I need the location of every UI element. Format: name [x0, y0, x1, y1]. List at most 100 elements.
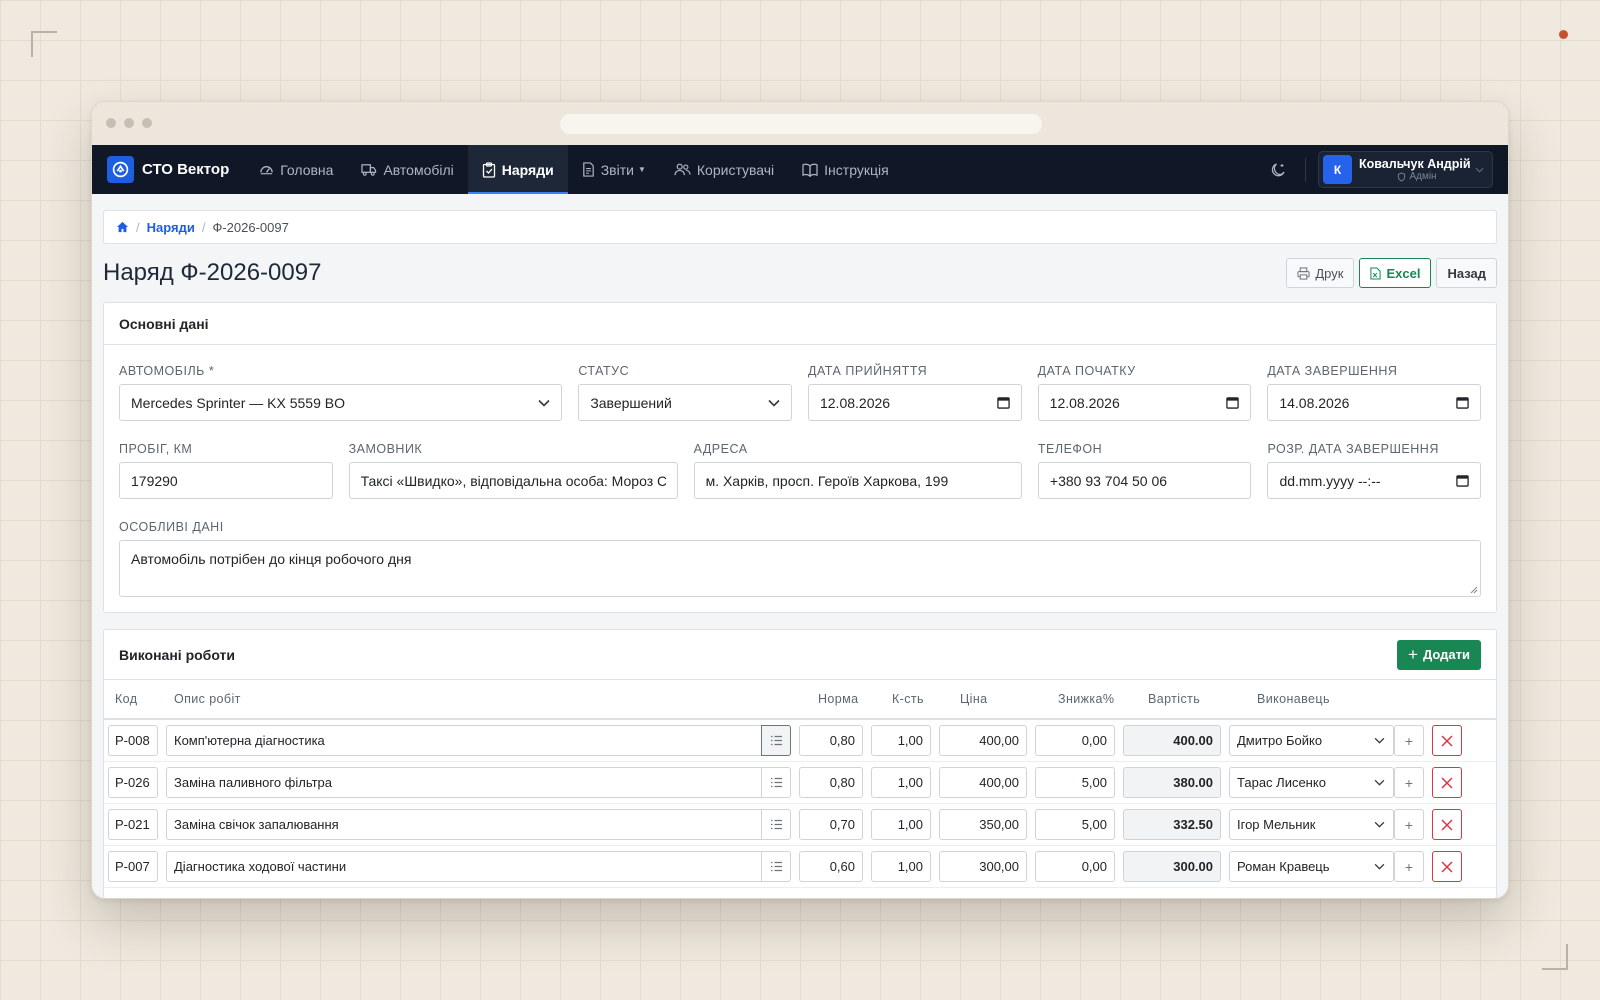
work-discount-input[interactable]: 0,00	[1035, 725, 1115, 756]
work-price-input[interactable]: 350,00	[939, 809, 1027, 840]
work-description-input[interactable]: Заміна паливного фільтра	[166, 767, 761, 798]
date-end-label: Дата завершення	[1267, 364, 1398, 378]
customer-input[interactable]: Таксі «Швидко», відповідальна особа: Мор…	[348, 462, 678, 499]
brand-logo-icon	[107, 156, 134, 183]
work-description-input[interactable]: Комп'ютерна діагностика	[166, 725, 761, 756]
work-description-input[interactable]: Заміна свічок запалювання	[166, 809, 761, 840]
add-executor-button[interactable]: +	[1394, 725, 1424, 756]
window-maximize-dot[interactable]	[142, 118, 152, 128]
window-minimize-dot[interactable]	[124, 118, 134, 128]
home-icon[interactable]	[116, 221, 129, 233]
nav-item-label: Головна	[280, 161, 334, 178]
print-label: Друк	[1315, 265, 1344, 281]
nav-item-users[interactable]: Користувачі	[660, 145, 788, 194]
work-discount-input[interactable]: 0,00	[1035, 851, 1115, 882]
moon-icon	[1271, 162, 1285, 176]
delete-row-button[interactable]	[1432, 767, 1462, 798]
theme-toggle-button[interactable]	[1263, 155, 1293, 185]
work-discount-input[interactable]: 5,00	[1035, 767, 1115, 798]
work-code-input[interactable]: Р-008	[108, 725, 158, 756]
work-executor-select[interactable]: Роман Кравець	[1229, 851, 1394, 882]
chevron-down-icon	[1374, 821, 1385, 828]
add-executor-button[interactable]: +	[1394, 767, 1424, 798]
col-header-norm: Норма	[818, 692, 859, 706]
excel-button[interactable]: Excel	[1359, 258, 1432, 288]
avatar: К	[1323, 155, 1352, 184]
work-catalog-button[interactable]	[761, 767, 791, 798]
printer-icon	[1297, 266, 1310, 280]
list-icon	[770, 819, 782, 830]
work-qty-input[interactable]: 1,00	[871, 725, 931, 756]
print-button[interactable]: Друк	[1286, 258, 1355, 288]
corner-mark	[1542, 944, 1568, 970]
plus-icon: +	[1404, 774, 1414, 791]
date-end-input[interactable]: 14.08.2026	[1267, 384, 1481, 421]
back-button[interactable]: Назад	[1436, 258, 1497, 288]
add-work-button[interactable]: + Додати	[1397, 639, 1481, 670]
work-code-input[interactable]: Р-007	[108, 851, 158, 882]
work-executor-select[interactable]: Ігор Мельник	[1229, 809, 1394, 840]
work-catalog-button[interactable]	[761, 809, 791, 840]
work-code-input[interactable]: Р-021	[108, 809, 158, 840]
nav-item-guide[interactable]: Інструкція	[788, 145, 903, 194]
window-close-dot[interactable]	[106, 118, 116, 128]
work-norm-input[interactable]: 0,80	[799, 725, 863, 756]
delete-row-button[interactable]	[1432, 725, 1462, 756]
user-name: Ковальчук Андрій	[1359, 156, 1471, 171]
close-icon	[1441, 734, 1453, 747]
nav-item-home[interactable]: Головна	[245, 145, 347, 194]
nav-divider	[1305, 157, 1306, 182]
add-executor-button[interactable]: +	[1394, 851, 1424, 882]
date-accepted-input[interactable]: 12.08.2026	[807, 384, 1022, 421]
est-date-input[interactable]: dd.mm.yyyy --:--	[1267, 462, 1482, 499]
mileage-value: 179290	[131, 472, 178, 489]
notes-label: Особливі дані	[119, 520, 224, 534]
address-input[interactable]: м. Харків, просп. Героїв Харкова, 199	[693, 462, 1022, 499]
brand[interactable]: СТО Вектор	[107, 156, 229, 183]
work-price-input[interactable]: 400,00	[939, 725, 1027, 756]
car-select[interactable]: Mercedes Sprinter — KX 5559 BO	[119, 384, 563, 421]
delete-row-button[interactable]	[1432, 851, 1462, 882]
delete-row-button[interactable]	[1432, 809, 1462, 840]
add-label: Додати	[1422, 647, 1470, 662]
phone-value: +380 93 704 50 06	[1049, 472, 1168, 489]
date-accepted-value: 12.08.2026	[819, 394, 891, 411]
work-price-input[interactable]: 400,00	[939, 767, 1027, 798]
breadcrumb-link-orders[interactable]: Наряди	[147, 220, 195, 235]
notes-textarea[interactable]: Автомобіль потрібен до кінця робочого дн…	[119, 540, 1481, 597]
work-norm-input[interactable]: 0,70	[799, 809, 863, 840]
work-price-input[interactable]: 300,00	[939, 851, 1027, 882]
nav-item-orders[interactable]: Наряди	[467, 145, 568, 194]
indicator-dot	[1559, 30, 1568, 39]
work-code-input[interactable]: Р-026	[108, 767, 158, 798]
work-executor-select[interactable]: Тарас Лисенко	[1229, 767, 1394, 798]
work-qty-input[interactable]: 1,00	[871, 767, 931, 798]
user-menu[interactable]: К Ковальчук Андрій Адмін	[1318, 151, 1493, 188]
add-executor-button[interactable]: +	[1394, 809, 1424, 840]
users-icon	[674, 163, 691, 176]
address-bar[interactable]	[560, 114, 1042, 134]
phone-input[interactable]: +380 93 704 50 06	[1037, 462, 1252, 499]
nav-item-label: Автомобілі	[383, 161, 454, 178]
work-description-input[interactable]: Діагностика ходової частини	[166, 851, 761, 882]
mileage-input[interactable]: 179290	[119, 462, 333, 499]
date-start-input[interactable]: 12.08.2026	[1037, 384, 1252, 421]
nav-item-reports[interactable]: Звіти ▼	[568, 145, 660, 194]
work-norm-input[interactable]: 0,60	[799, 851, 863, 882]
work-discount-input[interactable]: 5,00	[1035, 809, 1115, 840]
window-titlebar	[92, 102, 1508, 145]
breadcrumb-separator: /	[136, 219, 140, 235]
col-header-executor: Виконавець	[1257, 692, 1330, 706]
chevron-down-icon	[1374, 863, 1385, 870]
executor-value: Дмитро Бойко	[1237, 733, 1323, 748]
clipboard-icon	[482, 161, 495, 178]
work-catalog-button[interactable]	[761, 725, 791, 756]
resize-handle-icon[interactable]	[1470, 586, 1478, 594]
work-norm-input[interactable]: 0,80	[799, 767, 863, 798]
nav-item-cars[interactable]: Автомобілі	[347, 145, 467, 194]
status-select[interactable]: Завершений	[578, 384, 792, 421]
work-executor-select[interactable]: Дмитро Бойко	[1229, 725, 1394, 756]
work-qty-input[interactable]: 1,00	[871, 851, 931, 882]
work-qty-input[interactable]: 1,00	[871, 809, 931, 840]
work-catalog-button[interactable]	[761, 851, 791, 882]
